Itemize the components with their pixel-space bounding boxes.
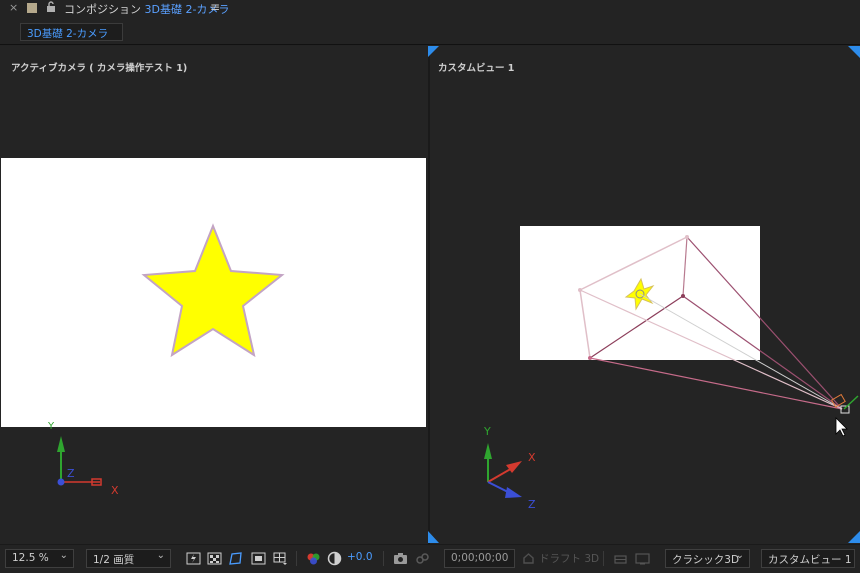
show-snapshot-icon[interactable] bbox=[415, 551, 430, 566]
timecode-display[interactable]: 0;00;00;00 bbox=[444, 549, 515, 568]
toolbar-separator bbox=[603, 551, 604, 566]
label-color-swatch[interactable] bbox=[27, 3, 37, 13]
renderer-dropdown[interactable]: クラシック3D ⌄ bbox=[665, 549, 750, 568]
view-dropdown[interactable]: カスタムビュー 1 bbox=[761, 549, 855, 568]
viewer-toolbar: 12.5 % ⌄ 1/2 画質 ⌄ +0.0 0;00;00;00 ドラフト 3… bbox=[0, 544, 860, 573]
draft-3d-icon[interactable] bbox=[521, 551, 536, 566]
fast-preview-icon[interactable] bbox=[186, 551, 201, 566]
grid-guide-icon[interactable] bbox=[273, 551, 288, 566]
resolution-value: 1/2 画質 bbox=[93, 554, 135, 566]
left-axis-gizmo bbox=[57, 436, 102, 486]
panel-tab-bar: × コンポジション 3D基礎 2-カメラ ≡ bbox=[0, 0, 860, 17]
left-axis-y-label: Y bbox=[48, 421, 55, 432]
zoom-dropdown[interactable]: 12.5 % ⌄ bbox=[5, 549, 74, 568]
custom-view[interactable] bbox=[430, 46, 860, 544]
view-layout-icon[interactable] bbox=[635, 551, 650, 566]
mask-path-icon[interactable] bbox=[228, 551, 243, 566]
toolbar-separator bbox=[383, 551, 384, 566]
right-axis-gizmo bbox=[484, 443, 522, 498]
right-axis-x-label: X bbox=[528, 451, 536, 464]
composition-tab-bar: 3D基礎 2-カメラ bbox=[0, 17, 860, 45]
snapshot-icon[interactable] bbox=[393, 551, 408, 566]
extended-viewer-icon[interactable] bbox=[613, 551, 628, 566]
right-axis-z-label: Z bbox=[528, 498, 536, 511]
exposure-value[interactable]: +0.0 bbox=[347, 551, 373, 563]
left-axis-z-label: Z bbox=[67, 467, 75, 480]
active-camera-view[interactable] bbox=[0, 46, 428, 544]
renderer-value: クラシック3D bbox=[672, 554, 740, 566]
timecode-value: 0;00;00;00 bbox=[451, 552, 509, 564]
right-axis-y-label: Y bbox=[484, 425, 491, 438]
lock-icon[interactable] bbox=[46, 1, 56, 13]
composition-viewer[interactable]: アクティブカメラ ( カメラ操作テスト 1) カスタムビュー 1 Y Z X Y… bbox=[0, 46, 860, 544]
region-of-interest-icon[interactable] bbox=[251, 551, 266, 566]
panel-title-prefix: コンポジション bbox=[64, 3, 141, 16]
chevron-down-icon: ⌄ bbox=[735, 550, 744, 561]
mouse-cursor-icon bbox=[835, 417, 848, 437]
exposure-reset-icon[interactable] bbox=[327, 551, 342, 566]
toolbar-separator bbox=[296, 551, 297, 566]
composition-tab[interactable]: 3D基礎 2-カメラ bbox=[20, 23, 123, 41]
zoom-value: 12.5 % bbox=[12, 552, 49, 564]
chevron-down-icon: ⌄ bbox=[59, 550, 68, 561]
transparency-grid-icon[interactable] bbox=[207, 551, 222, 566]
chevron-down-icon: ⌄ bbox=[156, 550, 165, 561]
close-panel-icon[interactable]: × bbox=[9, 1, 18, 14]
panel-menu-icon[interactable]: ≡ bbox=[210, 0, 220, 14]
draft-3d-label[interactable]: ドラフト 3D bbox=[539, 551, 599, 566]
panel-title: コンポジション 3D基礎 2-カメラ bbox=[64, 1, 229, 17]
left-axis-x-label: X bbox=[111, 484, 119, 497]
view-value: カスタムビュー 1 bbox=[768, 554, 852, 566]
channel-icon[interactable] bbox=[306, 551, 321, 566]
resolution-dropdown[interactable]: 1/2 画質 ⌄ bbox=[86, 549, 171, 568]
